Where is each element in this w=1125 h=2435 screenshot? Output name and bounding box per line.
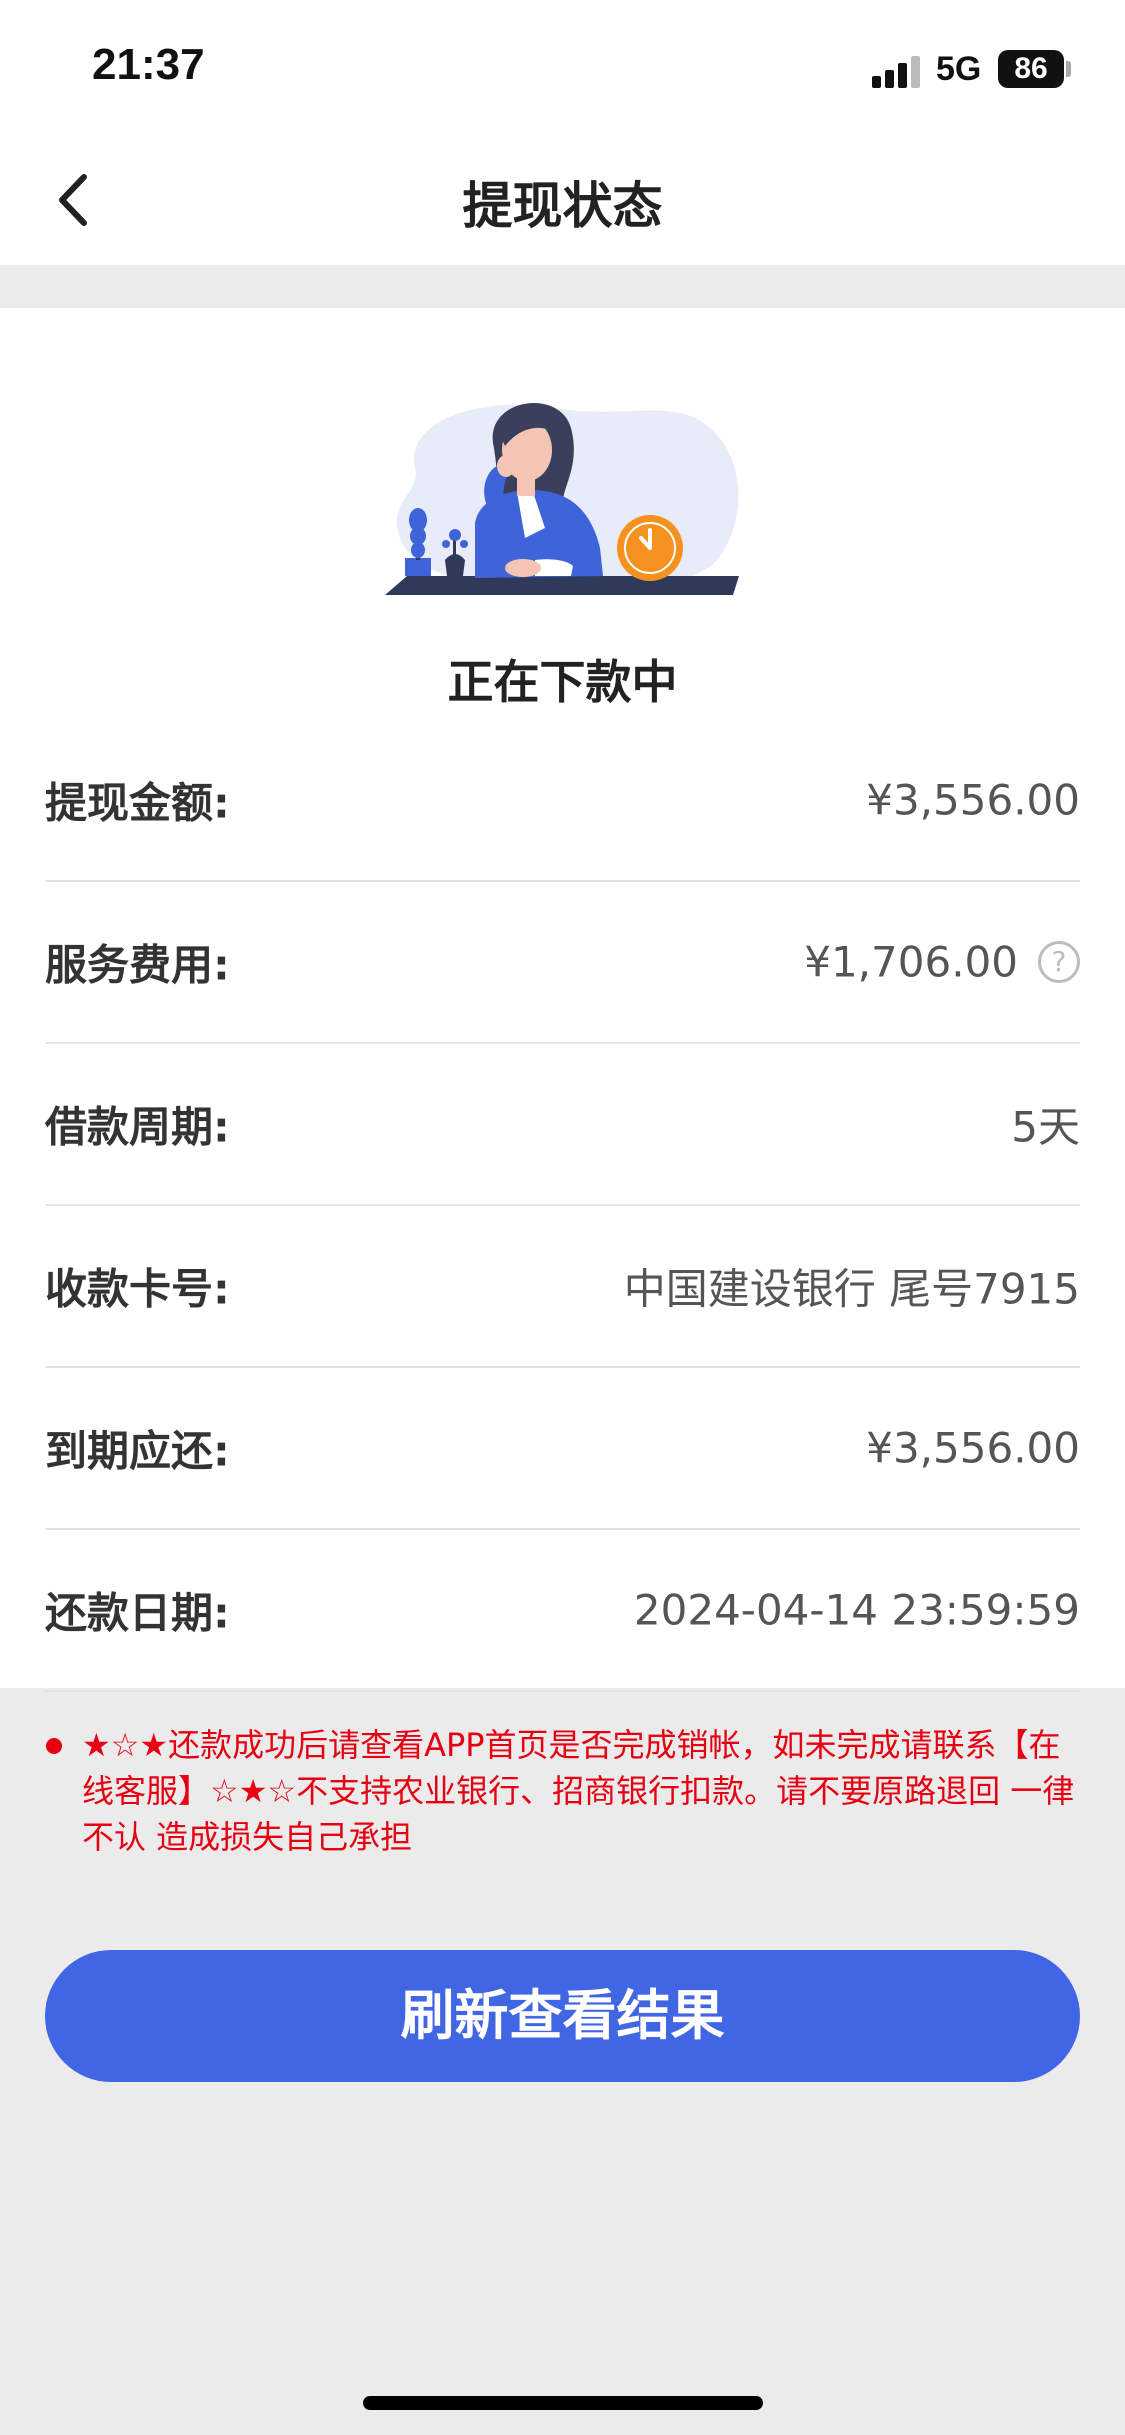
- notice-text: ★☆★还款成功后请查看APP首页是否完成销帐，如未完成请联系【在线客服】☆★☆不…: [82, 1726, 1075, 1856]
- notice-bullet-icon: [46, 1738, 62, 1754]
- nav-bar: 提现状态: [0, 140, 1125, 265]
- home-indicator[interactable]: [363, 2396, 763, 2410]
- detail-value: 中国建设银行 尾号7915: [623, 1264, 1080, 1314]
- status-text: 正在下款中: [447, 655, 678, 709]
- detail-label: 服务费用:: [45, 940, 230, 990]
- battery-tip: [1066, 61, 1071, 77]
- refresh-result-button[interactable]: 刷新查看结果: [45, 1950, 1080, 2082]
- detail-label: 借款周期:: [45, 1102, 230, 1152]
- detail-value: ¥3,556.00: [866, 1423, 1080, 1473]
- detail-label: 提现金额:: [45, 778, 230, 828]
- status-time: 21:37: [92, 40, 205, 89]
- status-bar: 21:37 5G 86: [0, 0, 1125, 140]
- signal-icon: [872, 56, 922, 88]
- detail-row-service-fee: 服务费用: ¥1,706.00 ?: [45, 882, 1080, 1044]
- detail-row-loan-period: 借款周期: 5天: [45, 1044, 1080, 1206]
- detail-row-repay-date: 还款日期: 2024-04-14 23:59:59: [45, 1530, 1080, 1692]
- detail-row-bank-card: 收款卡号: 中国建设银行 尾号7915: [45, 1206, 1080, 1368]
- woman-waiting-clock-illustration: [385, 402, 739, 595]
- network-label: 5G: [936, 50, 982, 88]
- detail-value: 2024-04-14 23:59:59: [633, 1585, 1080, 1635]
- help-icon[interactable]: ?: [1038, 941, 1080, 983]
- detail-value: ¥3,556.00: [866, 775, 1080, 825]
- detail-value: ¥1,706.00: [804, 937, 1018, 987]
- page-title: 提现状态: [462, 177, 663, 235]
- status-card: 正在下款中 提现金额: ¥3,556.00 服务费用: ¥1,706.00 ? …: [0, 308, 1125, 1692]
- detail-label: 还款日期:: [45, 1588, 230, 1638]
- detail-label: 收款卡号:: [45, 1264, 230, 1314]
- detail-row-amount: 提现金额: ¥3,556.00: [45, 720, 1080, 882]
- withdraw-status-page: 21:37 5G 86 提现状态 正在下款中 提现金额: ¥3,556.00 服…: [0, 0, 1125, 2435]
- detail-row-due-amount: 到期应还: ¥3,556.00: [45, 1368, 1080, 1530]
- detail-value: 5天: [1011, 1102, 1080, 1152]
- detail-label: 到期应还:: [45, 1426, 230, 1476]
- battery-icon: 86: [998, 50, 1064, 88]
